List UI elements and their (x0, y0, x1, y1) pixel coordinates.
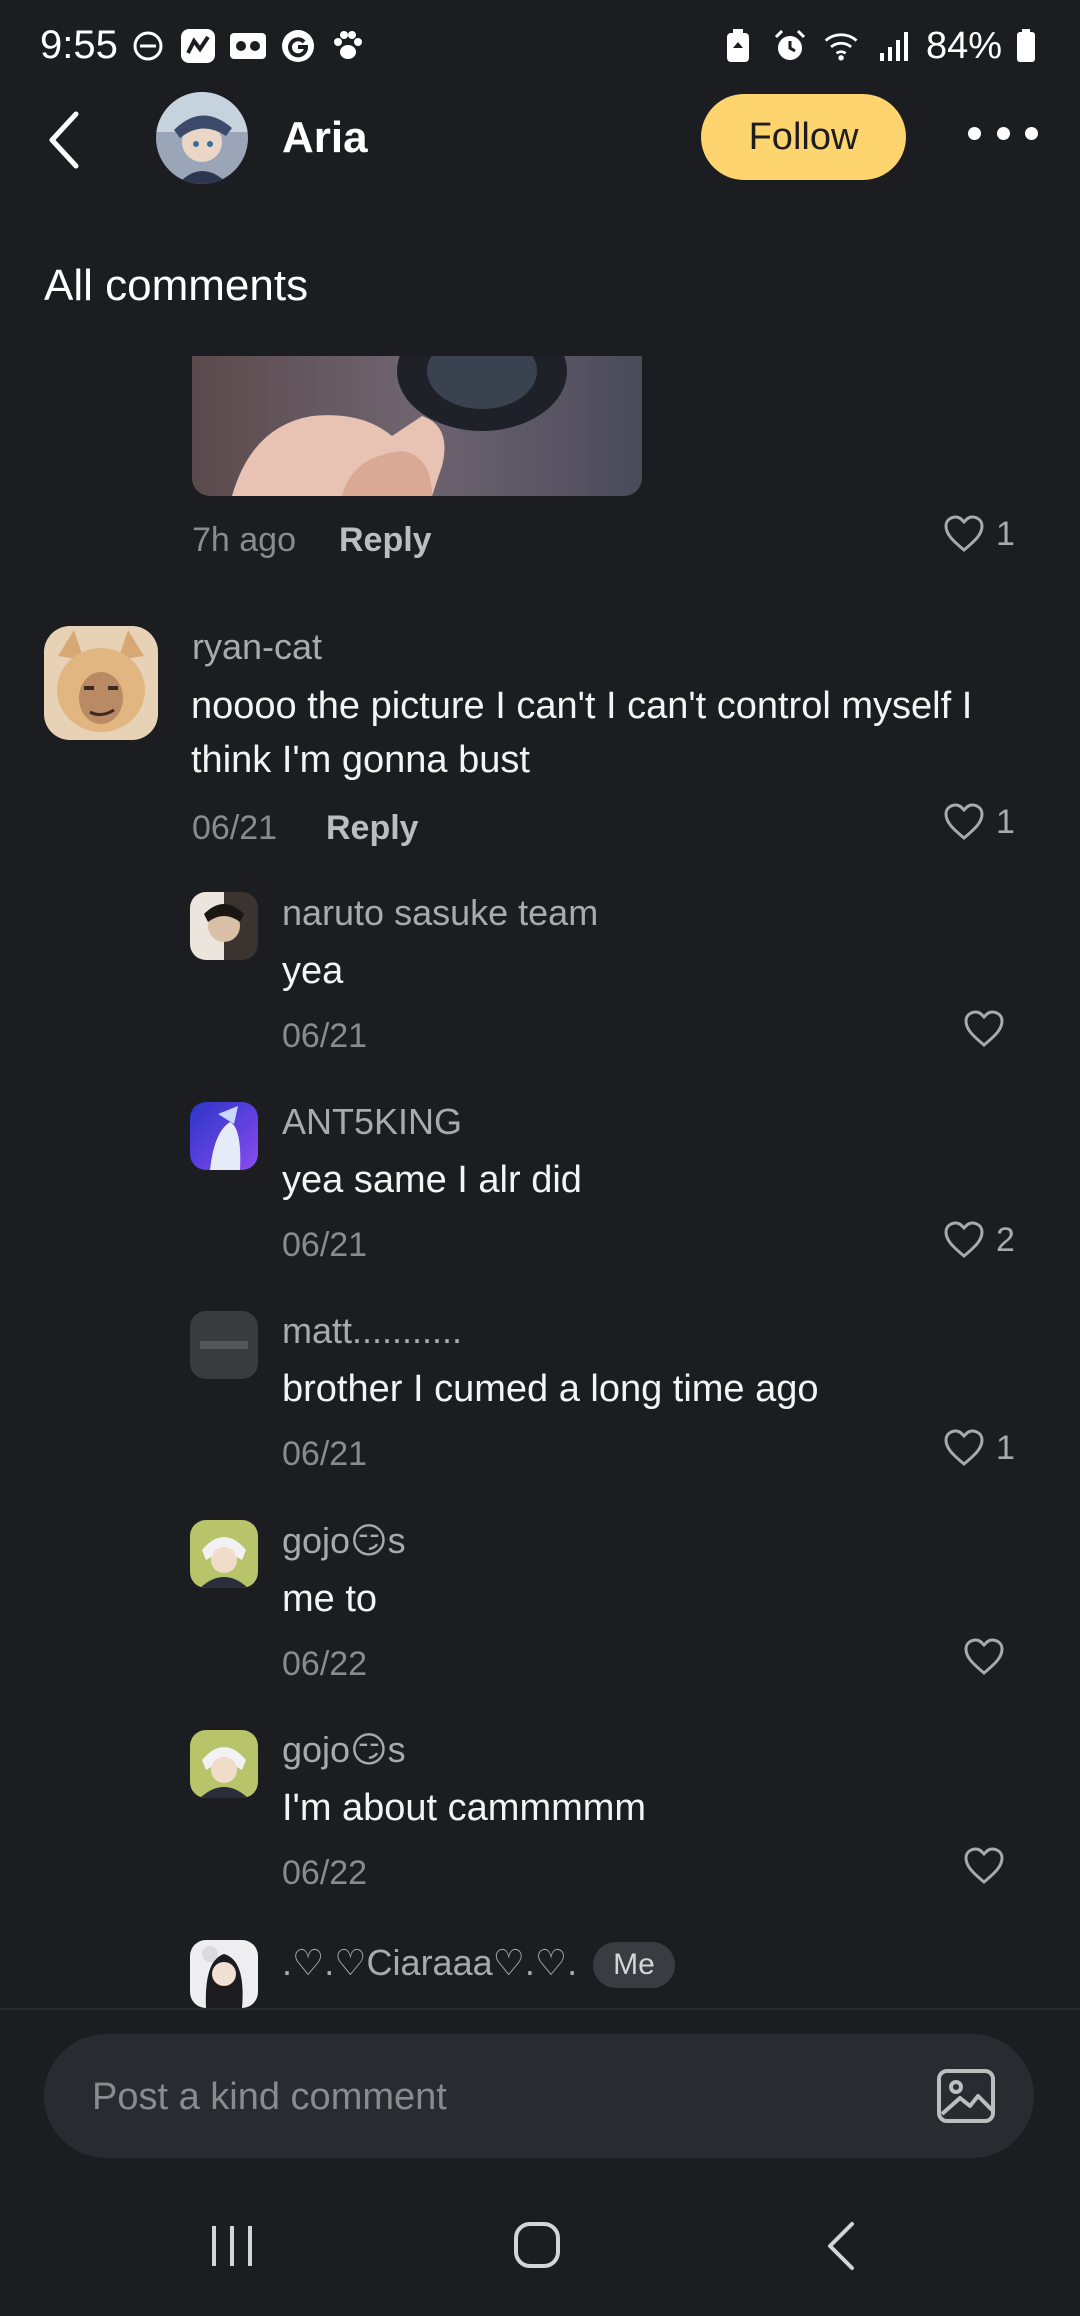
status-right-icons: 84% (718, 24, 1038, 68)
app-icon (178, 26, 218, 66)
reply-button[interactable]: Reply (339, 518, 432, 562)
heart-icon (944, 1429, 984, 1466)
me-badge: Me (593, 1942, 675, 1989)
back-button[interactable] (40, 100, 92, 180)
reply-avatar[interactable] (190, 892, 258, 960)
back-icon (828, 2222, 854, 2270)
status-bar: 9:55 84% (0, 0, 1080, 90)
more-dot-icon (1025, 126, 1038, 140)
heart-icon (944, 803, 984, 840)
heart-icon (964, 1638, 1004, 1675)
recents-button[interactable] (208, 2224, 256, 2268)
battery-saver-icon (718, 26, 758, 66)
comment-time: 7h ago (192, 521, 296, 559)
like-button[interactable] (964, 1010, 1004, 1048)
g-icon (278, 26, 318, 66)
heart-icon (944, 1221, 984, 1258)
comment-composer (44, 2034, 1034, 2160)
image-icon (937, 2069, 995, 2123)
heart-icon (944, 515, 984, 552)
reply-username[interactable]: naruto sasuke team (282, 890, 598, 936)
commenter-avatar[interactable] (44, 626, 158, 740)
like-count: 1 (996, 1429, 1015, 1467)
paw-icon (328, 26, 368, 66)
reply-date: 06/21 (282, 1017, 368, 1055)
signal-icon (874, 26, 914, 66)
comment-username[interactable]: ryan-cat (192, 624, 322, 670)
attach-image-button[interactable] (934, 2064, 998, 2128)
chevron-left-icon (49, 111, 79, 169)
reply-avatar[interactable] (190, 1311, 258, 1379)
reply-username[interactable]: matt........... (282, 1308, 462, 1354)
reply-username[interactable]: ANT5KING (282, 1099, 462, 1145)
comment-image[interactable] (192, 356, 642, 496)
more-options-button[interactable] (968, 110, 1038, 156)
reply-username[interactable]: gojo😏s (282, 1727, 406, 1773)
profile-name[interactable]: Aria (282, 110, 368, 166)
status-left-icons (128, 24, 368, 68)
status-time: 9:55 (40, 23, 118, 67)
reply-username-text: .♡.♡Ciaraaa♡.♡. (282, 1942, 578, 1983)
like-count: 2 (996, 1221, 1015, 1259)
like-button[interactable]: 1 (944, 1426, 1015, 1470)
like-button[interactable] (964, 1638, 1004, 1676)
section-title: All comments (44, 261, 309, 310)
reply-username[interactable]: gojo😏s (282, 1518, 406, 1564)
like-button[interactable]: 1 (944, 512, 1015, 556)
home-icon (514, 2222, 560, 2268)
follow-button[interactable]: Follow (701, 94, 906, 180)
like-count: 1 (996, 803, 1015, 841)
reply-text: yea (282, 950, 344, 992)
reply-button[interactable]: Reply (326, 806, 419, 850)
reply-date: 06/22 (282, 1854, 368, 1892)
voicemail-icon (228, 26, 268, 66)
battery-percentage: 84% (925, 24, 1002, 67)
reply-text: I'm about cammmmm (282, 1787, 647, 1829)
like-button[interactable]: 1 (944, 800, 1015, 844)
home-button[interactable] (512, 2220, 562, 2270)
like-count: 1 (996, 515, 1015, 553)
reply-text: me to (282, 1578, 378, 1620)
like-button[interactable] (964, 1847, 1004, 1885)
nav-back-button[interactable] (820, 2220, 864, 2272)
wifi-icon (822, 26, 862, 66)
recents-icon (212, 2226, 252, 2266)
comment-text: noooo the picture I can't I can't contro… (191, 685, 973, 781)
system-nav-bar (0, 2190, 1080, 2316)
comment-input[interactable] (90, 2034, 894, 2160)
reply-text: yea same I alr did (282, 1159, 582, 1201)
more-dot-icon (968, 126, 981, 140)
reply-text: brother I cumed a long time ago (282, 1368, 819, 1410)
alarm-icon (770, 26, 810, 66)
reply-avatar[interactable] (190, 1520, 258, 1588)
battery-icon (1014, 26, 1038, 66)
more-dot-icon (996, 126, 1010, 140)
reply-date: 06/21 (282, 1435, 368, 1473)
reply-date: 06/22 (282, 1645, 368, 1683)
reply-avatar[interactable] (190, 1940, 258, 2008)
heart-icon (964, 1010, 1004, 1047)
reply-date: 06/21 (282, 1226, 368, 1264)
profile-avatar[interactable] (156, 92, 248, 184)
reply-username[interactable]: .♡.♡Ciaraaa♡.♡. Me (282, 1940, 675, 1989)
comment-date: 06/21 (192, 809, 278, 847)
reply-avatar[interactable] (190, 1730, 258, 1798)
dnd-icon (128, 26, 168, 66)
like-button[interactable]: 2 (944, 1218, 1015, 1262)
reply-avatar[interactable] (190, 1102, 258, 1170)
heart-icon (964, 1847, 1004, 1884)
